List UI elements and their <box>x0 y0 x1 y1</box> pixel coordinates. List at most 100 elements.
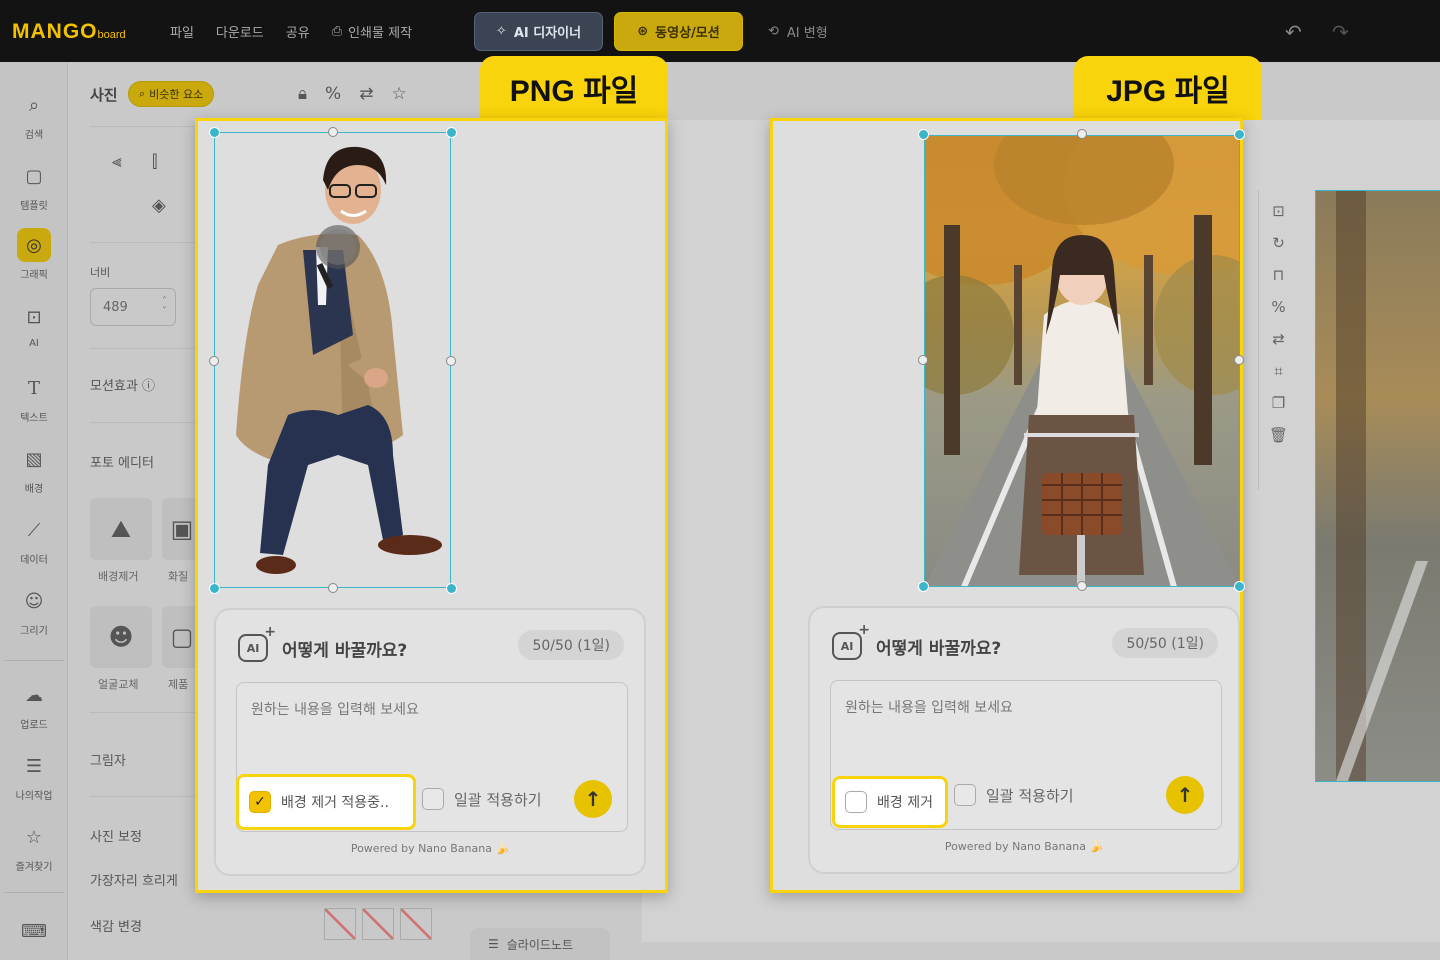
menu-file[interactable]: 파일 <box>170 22 194 41</box>
remove-background-label: 배경제거 <box>98 570 139 583</box>
replace-image-icon[interactable]: ⇄ <box>1272 330 1285 348</box>
duplicate-icon[interactable]: ❐ <box>1272 394 1285 412</box>
percent-icon[interactable]: % <box>1271 298 1285 316</box>
lock-icon[interactable]: 🔒︎ <box>298 84 307 104</box>
rail-item-upload[interactable]: ☁ 업로드 <box>0 678 68 732</box>
notes-icon: ☰ <box>488 937 499 951</box>
layers-icon[interactable]: ◈ <box>152 195 166 216</box>
rail-item-background[interactable]: ▧ 배경 <box>0 442 68 496</box>
menu-share[interactable]: 공유 <box>286 22 310 41</box>
resize-handle[interactable] <box>918 129 929 140</box>
favorite-icon: ☆ <box>25 826 43 848</box>
rail-item-template[interactable]: ▢ 템플릿 <box>0 159 68 213</box>
align-left-icon[interactable]: ⫷ <box>112 152 122 172</box>
ai-prompt-placeholder: 원하는 내용을 입력해 보세요 <box>251 702 419 718</box>
bulk-apply-option[interactable]: 일괄 적용하기 <box>954 784 1074 806</box>
color-change-label[interactable]: 색감 변경 <box>90 916 142 935</box>
powered-by-text: Powered by Nano Banana 🍌 <box>350 842 510 855</box>
color-swatch-none[interactable] <box>362 908 394 940</box>
face-icon: ☻ <box>108 623 134 651</box>
png-file-tab: PNG 파일 <box>480 56 668 120</box>
undo-icon[interactable]: ↶ <box>1285 20 1302 44</box>
star-icon[interactable]: ☆ <box>391 84 406 104</box>
percent-icon[interactable]: % <box>325 84 341 104</box>
bulk-apply-option[interactable]: 일괄 적용하기 <box>422 788 542 810</box>
canvas-photo-thumbnail[interactable] <box>1315 190 1440 782</box>
rail-item-text[interactable]: T 텍스트 <box>0 371 68 425</box>
mango-board-logo[interactable]: MANGOboard <box>12 20 126 44</box>
rotate-icon[interactable]: ↻ <box>1272 234 1285 252</box>
menu-print[interactable]: ⎙ 인쇄물 제작 <box>332 22 412 41</box>
resize-handle[interactable] <box>1234 355 1244 365</box>
search-icon: ⌕ <box>28 94 40 116</box>
ai-designer-button[interactable]: ✧ AI 디자이너 <box>474 12 603 51</box>
color-swatch-none[interactable] <box>400 908 432 940</box>
face-swap-label: 얼굴교체 <box>98 678 139 691</box>
top-bar: MANGOboard 파일 다운로드 공유 ⎙ 인쇄물 제작 ✧ AI 디자이너 ⊛… <box>0 0 1440 62</box>
shadow-label[interactable]: 그림자 <box>90 750 126 769</box>
rail-item-search[interactable]: ⌕ 검색 <box>0 88 68 142</box>
printer-icon: ⎙ <box>331 24 343 39</box>
remove-background-option[interactable]: 배경 제거 <box>832 776 948 828</box>
usage-count-badge: 50/50 (1일) <box>1112 628 1218 658</box>
remove-background-checkbox[interactable] <box>845 791 867 813</box>
ai-transform-button[interactable]: ⟲ AI 변형 <box>768 22 828 41</box>
rail-item-my-work[interactable]: ☰ 나의작업 <box>0 749 68 803</box>
resize-handle[interactable] <box>918 581 929 592</box>
image-icon: ▣ <box>170 515 194 543</box>
send-arrow-button[interactable]: ↑ <box>1166 776 1204 814</box>
rail-item-draw[interactable]: ☺ 그리기 <box>0 584 68 638</box>
face-swap-tile[interactable]: ☻ <box>90 606 152 668</box>
quality-label: 화질 <box>168 570 189 583</box>
remove-background-tile[interactable]: ⛰ <box>90 498 152 560</box>
arrow-up-icon: ↑ <box>584 787 602 811</box>
bulk-apply-checkbox[interactable] <box>422 788 444 810</box>
video-motion-button[interactable]: ⊛ 동영상/모션 <box>614 12 743 51</box>
bulk-apply-checkbox[interactable] <box>954 784 976 806</box>
draw-icon: ☺ <box>24 590 44 612</box>
jpg-file-tab: JPG 파일 <box>1074 56 1262 120</box>
detective-man-image <box>236 146 442 574</box>
ai-edit-icon[interactable]: ⊡ <box>1272 202 1285 220</box>
width-input[interactable]: 489 ˄ ˅ <box>90 288 176 326</box>
menu-download[interactable]: 다운로드 <box>216 22 264 41</box>
resize-handle[interactable] <box>1234 581 1245 592</box>
rail-item-ai[interactable]: ⊡ AI <box>0 300 68 350</box>
element-toolbar: ⊡ ↻ ⊓ % ⇄ ⌗ ❐ 🗑︎ <box>1258 190 1298 490</box>
align-center-icon[interactable]: ⫿ <box>152 152 157 172</box>
color-swatch-none[interactable] <box>324 908 356 940</box>
send-arrow-button[interactable]: ↑ <box>574 780 612 818</box>
text-icon: T <box>27 377 40 399</box>
motion-effect-label[interactable]: 모션효과 ⓘ <box>90 375 155 394</box>
remove-background-checkbox[interactable]: ✓ <box>249 791 271 813</box>
selection-box[interactable] <box>924 135 1240 587</box>
resize-handle[interactable] <box>1077 581 1087 591</box>
ai-sparkle-icon: AI <box>832 622 870 660</box>
divider <box>90 348 200 349</box>
panel-title: 사진 <box>90 86 118 104</box>
redo-icon[interactable]: ↷ <box>1332 20 1349 44</box>
crop-icon[interactable]: ⌗ <box>1274 362 1282 380</box>
similar-elements-chip[interactable]: ⌕ 비슷한 요소 <box>128 81 215 107</box>
divider <box>90 242 200 243</box>
stepper-icon[interactable]: ˄ ˅ <box>162 297 167 317</box>
divider <box>90 422 200 423</box>
edge-blur-label[interactable]: 가장자리 흐리게 <box>90 870 178 889</box>
replace-image-icon[interactable]: ⇄ <box>359 84 373 104</box>
resize-handle[interactable] <box>1077 129 1087 139</box>
photo-correction-label[interactable]: 사진 보정 <box>90 826 142 845</box>
slide-note-tab[interactable]: ☰ 슬라이드노트 <box>470 928 610 960</box>
trash-icon[interactable]: 🗑︎ <box>1269 426 1288 444</box>
rail-item-data[interactable]: ⟋ 데이터 <box>0 513 68 567</box>
rail-item-graphic[interactable]: ◎ 그래픽 <box>0 228 68 281</box>
product-label: 제품 <box>168 678 189 691</box>
help-icon[interactable]: ⓘ <box>142 379 155 394</box>
resize-handle[interactable] <box>918 355 928 365</box>
rail-item-keyboard[interactable]: ⌨ <box>0 914 68 948</box>
resize-handle[interactable] <box>1234 129 1245 140</box>
lock-icon[interactable]: ⊓ <box>1273 266 1285 284</box>
remove-background-option[interactable]: ✓ 배경 제거 적용중.. <box>236 774 416 830</box>
top-menu: 파일 다운로드 공유 ⎙ 인쇄물 제작 <box>170 22 412 41</box>
background-icon: ▧ <box>25 448 43 470</box>
rail-item-favorites[interactable]: ☆ 즐겨찾기 <box>0 820 68 874</box>
